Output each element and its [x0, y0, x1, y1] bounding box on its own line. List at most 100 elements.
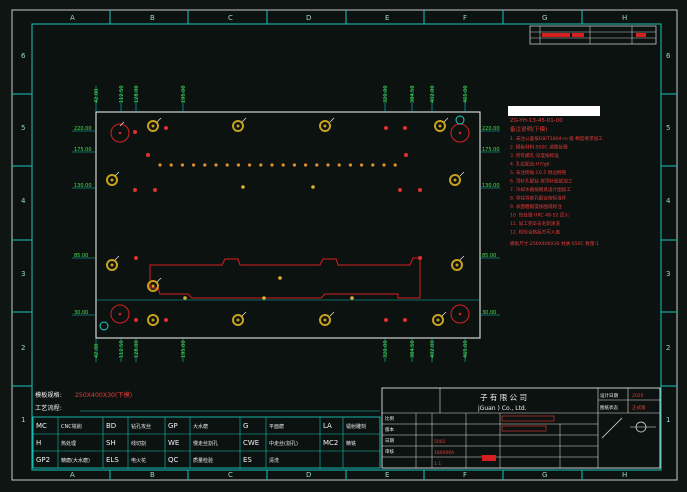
hole-dot	[371, 163, 375, 167]
hole-dot	[453, 178, 457, 182]
notes-line: 8. 导柱导套孔配合按标准件	[510, 195, 567, 202]
process-code: G	[243, 422, 248, 430]
hole-dot	[225, 163, 229, 167]
notes-line: 7. 冷却水路按模具设计图加工	[510, 186, 571, 193]
col-letter-top: A	[70, 14, 75, 22]
hole-dot	[384, 318, 388, 322]
hole-dot	[458, 131, 462, 135]
hole-dot	[134, 318, 138, 322]
process-code: SH	[106, 439, 116, 447]
tb-label-version: 版本	[385, 426, 394, 433]
notes-line: 3. 所有螺孔:深度按标准	[510, 152, 559, 159]
process-name: 热处理	[61, 440, 76, 447]
row-number-left: 3	[21, 270, 25, 278]
hole-dot	[133, 188, 137, 192]
dim-label-right: 175.00	[482, 147, 500, 153]
hole-dot	[134, 256, 138, 260]
hole-dot	[304, 163, 308, 167]
notes-footer: 模板尺寸:250X400X30 材质:S50C 数量:1	[510, 240, 599, 247]
hole-dot	[337, 163, 341, 167]
row-number-right: 5	[666, 124, 670, 132]
process-code: QC	[168, 456, 179, 464]
dim-label-left: 220.00	[74, 126, 92, 132]
hole-dot	[164, 318, 168, 322]
row-number-left: 1	[21, 416, 25, 424]
dim-label-left: 175.00	[74, 147, 92, 153]
tb-value-date: 2020	[632, 393, 644, 399]
hole-dot	[393, 163, 397, 167]
hole-dot	[262, 296, 266, 300]
hole-dot	[236, 163, 240, 167]
row-number-left: 5	[21, 124, 25, 132]
hole-dot	[382, 163, 386, 167]
hole-dot	[110, 263, 114, 267]
dim-label-left: 85.00	[74, 253, 88, 259]
hole-dot	[203, 163, 207, 167]
plate-spec-value: 250X400X30(下模)	[75, 391, 132, 399]
hole-dot	[455, 263, 459, 267]
hole-dot	[404, 153, 408, 157]
col-letter-bottom: D	[306, 471, 311, 479]
hole-dot	[180, 163, 184, 167]
hole-dot	[214, 163, 218, 167]
notes-line: 10. 热处理 HRC 48-52 回火	[510, 212, 569, 219]
process-name: CNC铣削	[61, 423, 82, 430]
row-number-left: 2	[21, 344, 25, 352]
tb-label-date: 设计日期	[600, 392, 618, 399]
process-code: ES	[243, 456, 252, 464]
hole-dot	[458, 312, 462, 316]
col-letter-bottom: A	[70, 471, 75, 479]
dim-label-right: 85.00	[482, 253, 496, 259]
hole-dot	[183, 296, 187, 300]
hole-dot	[241, 185, 245, 189]
col-letter-bottom: E	[385, 471, 389, 479]
dim-label-right: 30.00	[482, 310, 496, 316]
process-name: 精铣	[346, 440, 356, 447]
col-letter-top: E	[385, 14, 389, 22]
dim-label-top: 112.50	[119, 86, 125, 104]
col-letter-top: F	[463, 14, 467, 22]
dim-label-left: 130.00	[74, 183, 92, 189]
hole-dot	[236, 318, 240, 322]
tb-value-code: 180000A	[434, 450, 455, 456]
process-code: LA	[323, 422, 332, 430]
row-number-left: 6	[21, 52, 26, 60]
row-number-right: 3	[666, 270, 670, 278]
process-code: GP2	[36, 456, 50, 464]
col-letter-bottom: F	[463, 471, 467, 479]
hole-dot	[418, 256, 422, 260]
row-number-left: 4	[21, 197, 26, 205]
process-name: 线切割	[131, 440, 146, 447]
notes-line: 4. 孔位配合:H7/g6	[510, 161, 550, 168]
process-name: 质量检验	[193, 457, 213, 464]
hole-dot	[278, 276, 282, 280]
hole-dot	[164, 126, 168, 130]
dim-label-top: 320.00	[383, 86, 389, 104]
cad-drawing-window[interactable]: A B C D E F G H A B C D E F G H 6 5 4 3 …	[0, 0, 687, 488]
notes-line: 12. 检验合格后方可入库	[510, 229, 561, 236]
tb-value-status: 正式版	[632, 404, 646, 411]
col-letter-top: H	[622, 14, 627, 22]
hole-dot	[403, 318, 407, 322]
hole-dot	[158, 163, 162, 167]
process-code: BD	[106, 422, 116, 430]
notes-line: 9. 表面粗糙度按图纸标注	[510, 203, 562, 210]
dim-label-right: 130.00	[482, 183, 500, 189]
dim-label-bottom: 402.00	[430, 341, 436, 359]
col-letter-bottom: B	[150, 471, 155, 479]
process-code: CWE	[243, 439, 259, 447]
drawing-canvas[interactable]: A B C D E F G H A B C D E F G H 6 5 4 3 …	[0, 0, 687, 488]
hole-dot	[398, 188, 402, 192]
notes-line: 6. 顶针孔配钻 按顶针图纸加工	[510, 178, 573, 185]
col-letter-top: B	[150, 14, 155, 22]
notes-line: 1. 未注公差按GB/T1804-m 级 精度要求加工	[510, 135, 603, 142]
col-letter-top: G	[542, 14, 547, 22]
notes-line: 2. 模板材料:S50C 调质处理	[510, 144, 568, 151]
dim-label-bottom: 320.00	[383, 341, 389, 359]
process-name: 电火花	[131, 457, 146, 464]
notes-header: ZG-YH-13-45-01-00	[510, 118, 563, 124]
process-name: 平面磨	[269, 423, 284, 430]
tb-label-date2: 日期	[385, 438, 394, 444]
hole-dot	[350, 296, 354, 300]
hole-dot	[110, 178, 114, 182]
